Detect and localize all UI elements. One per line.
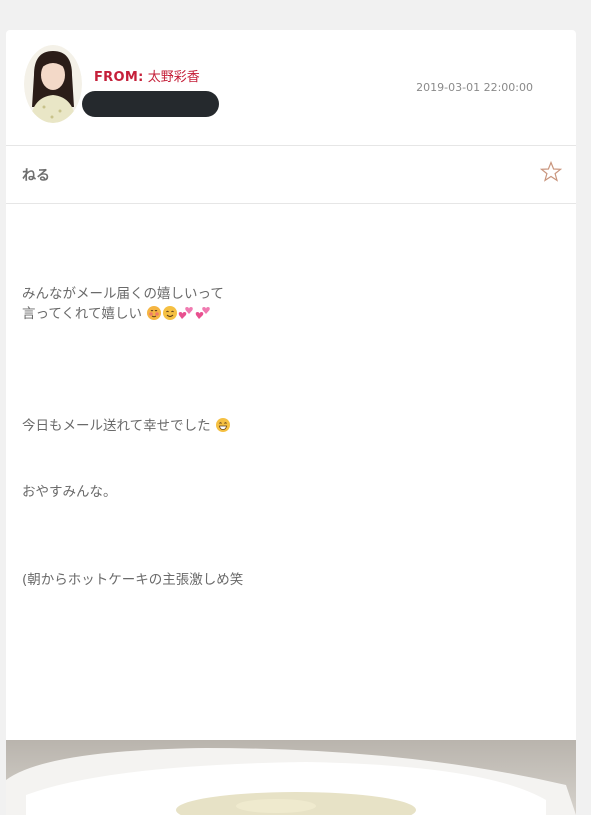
timestamp: 2019-03-01 22:00:00 [416, 81, 533, 94]
redacted-recipient [82, 91, 219, 117]
smiling-face-icon [162, 305, 178, 327]
from-line: FROM: 太野彩香 [94, 66, 200, 85]
message-line-1: みんながメール届くの嬉しいって [22, 286, 224, 302]
message-line-3: 今日もメール送れて幸せでした [22, 418, 211, 434]
subject-bar: ねる [6, 146, 576, 204]
mail-header: FROM: 太野彩香 2019-03-01 22:00:00 [6, 30, 576, 146]
mail-card: FROM: 太野彩香 2019-03-01 22:00:00 ねる みんながメー… [6, 30, 576, 815]
message-line-4: おやすみんな。 [22, 484, 117, 500]
sender-avatar[interactable] [24, 45, 82, 123]
grinning-face-icon [215, 417, 231, 439]
message-line-2: 言ってくれて嬉しい [22, 306, 143, 322]
two-hearts-icon [195, 305, 212, 327]
attached-photo[interactable] [6, 740, 576, 815]
message-line-2-row: 言ってくれて嬉しい [22, 304, 212, 327]
two-hearts-icon [178, 305, 195, 327]
from-label: FROM: [94, 70, 144, 85]
star-outline-icon[interactable] [539, 160, 563, 183]
message-line-5: (朝からホットケーキの主張激しめ笑 [22, 572, 244, 588]
sender-name[interactable]: 太野彩香 [148, 70, 200, 85]
blushing-face-icon [146, 305, 162, 327]
message-line-3-row: 今日もメール送れて幸せでした [22, 416, 231, 439]
mail-subject: ねる [22, 168, 50, 184]
